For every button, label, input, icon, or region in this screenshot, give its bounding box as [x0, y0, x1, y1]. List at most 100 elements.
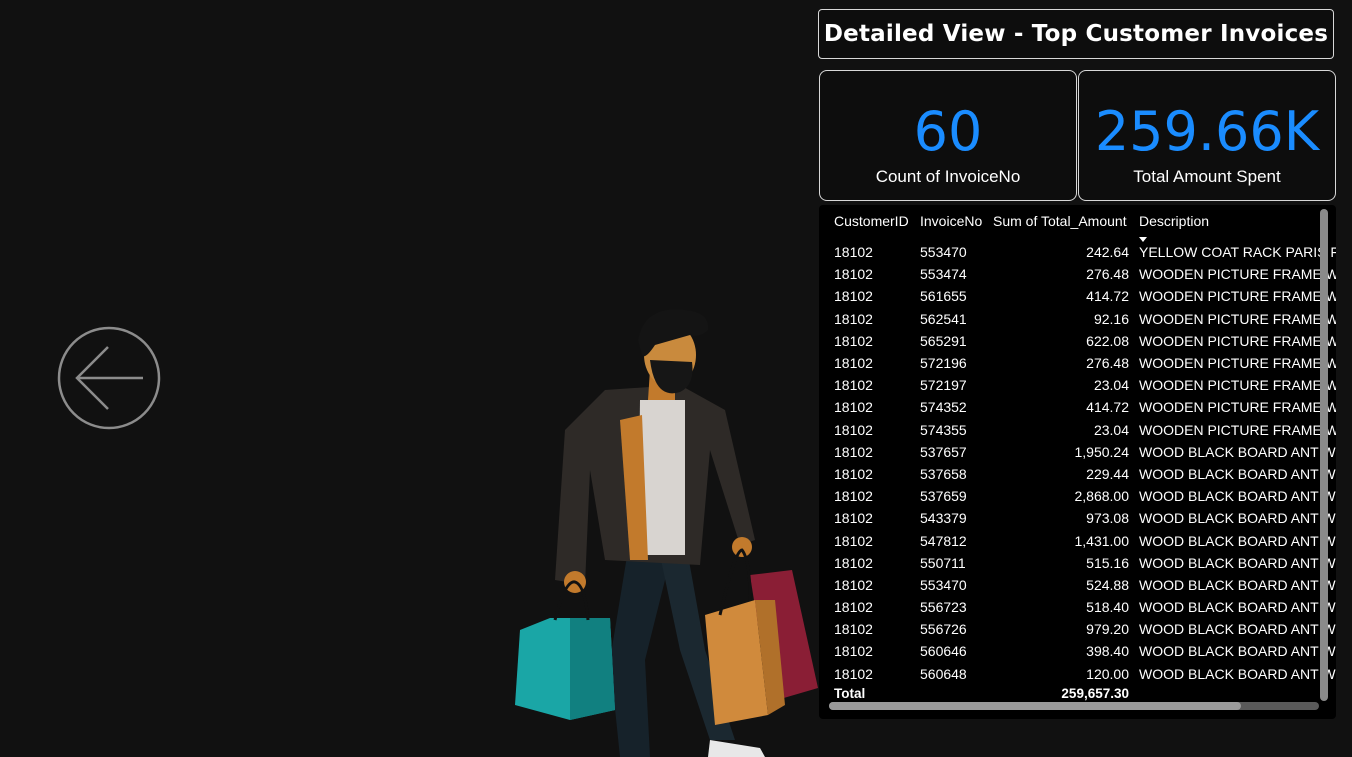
horizontal-scrollbar[interactable]: [829, 702, 1319, 710]
table-row[interactable]: 18102 553470 524.88 WOOD BLACK BOARD ANT W: [829, 574, 1336, 596]
cell-total-amount: 524.88: [1086, 576, 1129, 593]
cell-invoiceno: 550711: [920, 554, 966, 571]
cell-total-amount: 414.72: [1086, 399, 1129, 416]
cell-total-amount: 979.20: [1086, 621, 1129, 638]
table-row[interactable]: 18102 556723 518.40 WOOD BLACK BOARD ANT W: [829, 596, 1336, 618]
cell-customerid: 18102: [834, 310, 873, 327]
table-header-row: CustomerID InvoiceNo Sum of Total_Amount…: [829, 213, 1336, 242]
cell-total-amount: 23.04: [1093, 377, 1129, 394]
cell-invoiceno: 556723: [920, 599, 967, 616]
cell-total-amount: 1,431.00: [1074, 532, 1130, 549]
cell-total-amount: 92.16: [1093, 310, 1129, 327]
table-row[interactable]: 18102 543379 973.08 WOOD BLACK BOARD ANT W: [829, 507, 1336, 529]
sort-descending-icon: [1139, 237, 1147, 242]
kpi-label-total-amount: Total Amount Spent: [1133, 167, 1281, 186]
table-row[interactable]: 18102 572197 23.04 WOODEN PICTURE FRAME W: [829, 374, 1336, 396]
vertical-scrollbar[interactable]: [1320, 209, 1328, 701]
invoice-table-visual[interactable]: CustomerID InvoiceNo Sum of Total_Amount…: [819, 205, 1336, 719]
cell-total-amount: 242.64: [1086, 244, 1129, 261]
table-row[interactable]: 18102 574352 414.72 WOODEN PICTURE FRAME W: [829, 396, 1336, 418]
column-header-description[interactable]: Description: [1134, 213, 1336, 242]
cell-description: WOOD BLACK BOARD ANT W: [1139, 510, 1336, 527]
table-row[interactable]: 18102 537658 229.44 WOOD BLACK BOARD ANT W: [829, 463, 1336, 485]
cell-invoiceno: 565291: [920, 332, 967, 349]
table-row[interactable]: 18102 561655 414.72 WOODEN PICTURE FRAME W: [829, 285, 1336, 307]
column-header-total-amount[interactable]: Sum of Total_Amount: [988, 213, 1134, 241]
cell-description: WOOD BLACK BOARD ANT W: [1139, 576, 1336, 593]
total-spacer: [915, 685, 988, 703]
cell-description: WOODEN PICTURE FRAME W: [1139, 266, 1336, 283]
cell-description: WOOD BLACK BOARD ANT W: [1139, 554, 1336, 571]
table-row[interactable]: 18102 560648 120.00 WOOD BLACK BOARD ANT W: [829, 663, 1336, 685]
table-row[interactable]: 18102 553474 276.48 WOODEN PICTURE FRAME W: [829, 263, 1336, 285]
cell-invoiceno: 574355: [920, 421, 967, 438]
cell-description: WOOD BLACK BOARD ANT W: [1139, 599, 1336, 616]
table-row[interactable]: 18102 550711 515.16 WOOD BLACK BOARD ANT W: [829, 552, 1336, 574]
table-row[interactable]: 18102 572196 276.48 WOODEN PICTURE FRAME W: [829, 352, 1336, 374]
cell-invoiceno: 553470: [920, 244, 967, 261]
cell-customerid: 18102: [834, 621, 873, 638]
cell-total-amount: 518.40: [1086, 599, 1129, 616]
kpi-value-total-amount: 259.66K: [1094, 100, 1320, 163]
table-row[interactable]: 18102 574355 23.04 WOODEN PICTURE FRAME W: [829, 419, 1336, 441]
page-title: Detailed View - Top Customer Invoices: [823, 21, 1329, 47]
cell-description: WOOD BLACK BOARD ANT W: [1139, 443, 1336, 460]
table-row[interactable]: 18102 562541 92.16 WOODEN PICTURE FRAME W: [829, 308, 1336, 330]
cell-customerid: 18102: [834, 355, 873, 372]
back-button[interactable]: [57, 326, 161, 430]
cell-invoiceno: 556726: [920, 621, 967, 638]
cell-customerid: 18102: [834, 266, 873, 283]
arrow-left-circle-icon: [57, 326, 161, 430]
cell-description: WOOD BLACK BOARD ANT W: [1139, 665, 1336, 682]
cell-invoiceno: 553470: [920, 576, 967, 593]
cell-customerid: 18102: [834, 465, 873, 482]
cell-total-amount: 276.48: [1086, 355, 1129, 372]
column-header-description-label: Description: [1139, 213, 1210, 229]
cell-description: WOODEN PICTURE FRAME W: [1139, 399, 1336, 416]
cell-invoiceno: 543379: [920, 510, 967, 527]
cell-invoiceno: 560648: [920, 665, 967, 682]
cell-invoiceno: 560646: [920, 643, 967, 660]
table-row[interactable]: 18102 537657 1,950.24 WOOD BLACK BOARD ANT …: [829, 441, 1336, 463]
invoice-table: CustomerID InvoiceNo Sum of Total_Amount…: [829, 213, 1336, 703]
cell-invoiceno: 537659: [920, 488, 967, 505]
cell-description: YELLOW COAT RACK PARIS FA: [1139, 244, 1336, 261]
table-row[interactable]: 18102 565291 622.08 WOODEN PICTURE FRAME W: [829, 330, 1336, 352]
kpi-card-total-amount: 259.66K Total Amount Spent: [1078, 70, 1336, 201]
table-row[interactable]: 18102 560646 398.40 WOOD BLACK BOARD ANT W: [829, 640, 1336, 662]
cell-customerid: 18102: [834, 332, 873, 349]
column-header-invoiceno[interactable]: InvoiceNo: [915, 213, 988, 241]
table-row[interactable]: 18102 547812 1,431.00 WOOD BLACK BOARD ANT …: [829, 529, 1336, 551]
cell-customerid: 18102: [834, 554, 873, 571]
cell-customerid: 18102: [834, 665, 873, 682]
cell-total-amount: 2,868.00: [1074, 488, 1130, 505]
cell-customerid: 18102: [834, 244, 873, 261]
cell-description: WOOD BLACK BOARD ANT W: [1139, 532, 1336, 549]
cell-description: WOODEN PICTURE FRAME W: [1139, 377, 1336, 394]
page-title-card: Detailed View - Top Customer Invoices: [818, 9, 1334, 59]
cell-total-amount: 622.08: [1086, 332, 1129, 349]
cell-invoiceno: 572196: [920, 355, 967, 372]
total-label: Total: [834, 686, 866, 702]
cell-description: WOODEN PICTURE FRAME W: [1139, 288, 1336, 305]
table-row[interactable]: 18102 537659 2,868.00 WOOD BLACK BOARD ANT …: [829, 485, 1336, 507]
cell-customerid: 18102: [834, 421, 873, 438]
cell-invoiceno: 537658: [920, 465, 967, 482]
total-value: 259,657.30: [1061, 686, 1129, 702]
horizontal-scrollbar-thumb[interactable]: [829, 702, 1241, 710]
column-header-customerid[interactable]: CustomerID: [829, 213, 915, 241]
cell-invoiceno: 572197: [920, 377, 967, 394]
cell-total-amount: 229.44: [1086, 465, 1129, 482]
table-row[interactable]: 18102 556726 979.20 WOOD BLACK BOARD ANT W: [829, 618, 1336, 640]
cell-customerid: 18102: [834, 643, 873, 660]
cell-description: WOOD BLACK BOARD ANT W: [1139, 643, 1336, 660]
cell-customerid: 18102: [834, 599, 873, 616]
cell-description: WOOD BLACK BOARD ANT W: [1139, 621, 1336, 638]
kpi-label-invoice-count: Count of InvoiceNo: [875, 167, 1021, 186]
cell-invoiceno: 574352: [920, 399, 967, 416]
cell-invoiceno: 537657: [920, 443, 967, 460]
cell-description: WOOD BLACK BOARD ANT W: [1139, 488, 1336, 505]
cell-invoiceno: 547812: [920, 532, 967, 549]
cell-description: WOOD BLACK BOARD ANT W: [1139, 465, 1336, 482]
table-row[interactable]: 18102 553470 242.64 YELLOW COAT RACK PARIS …: [829, 241, 1336, 263]
